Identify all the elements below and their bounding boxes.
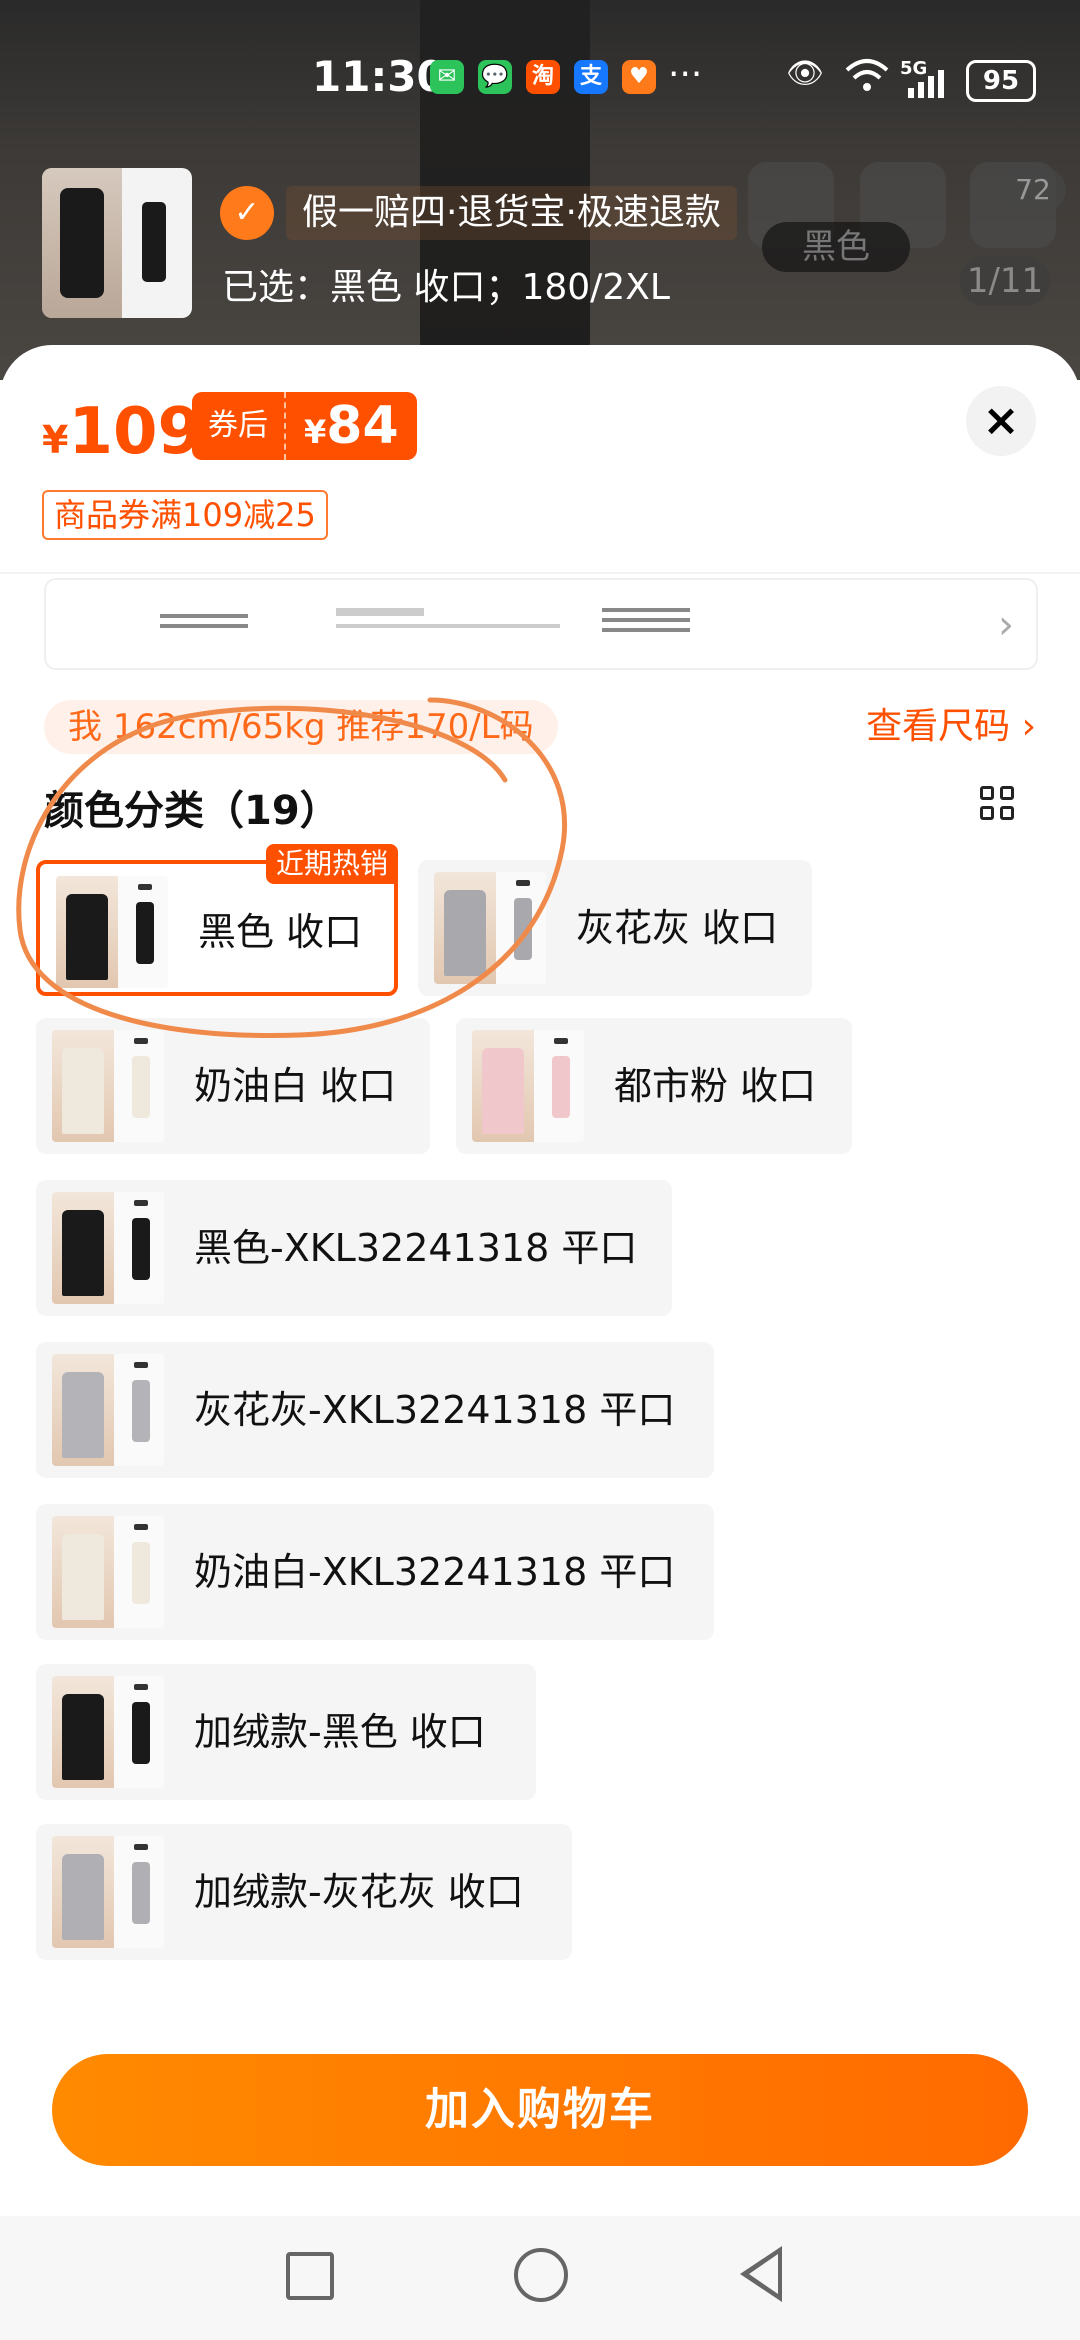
color-option[interactable]: 黑色-XKL32241318 平口 — [36, 1180, 672, 1316]
color-option[interactable]: 加绒款-黑色 收口 — [36, 1664, 536, 1800]
color-option-label: 奶油白-XKL32241318 平口 — [194, 1550, 676, 1594]
color-option-label: 加绒款-灰花灰 收口 — [194, 1870, 524, 1914]
eye-icon: 👁 — [786, 56, 825, 91]
add-to-cart-button[interactable]: 加入购物车 — [52, 2054, 1028, 2166]
wechat-icon: ✉ — [430, 60, 464, 94]
color-thumbnail — [434, 872, 546, 984]
color-option-label: 加绒款-黑色 收口 — [194, 1710, 486, 1754]
guarantee-shield-icon: ✓ — [220, 186, 274, 240]
color-thumbnail — [52, 1030, 164, 1142]
more-notifications-icon: ··· — [668, 54, 703, 95]
color-thumbnail — [52, 1676, 164, 1788]
color-option[interactable]: 灰花灰-XKL32241318 平口 — [36, 1342, 714, 1478]
coupon-tag[interactable]: 商品券满109减25 — [42, 490, 328, 540]
color-option[interactable]: 奶油白 收口 — [36, 1018, 430, 1154]
color-option-label: 灰花灰-XKL32241318 平口 — [194, 1388, 676, 1432]
messages-icon: 💬 — [478, 60, 512, 94]
color-thumbnail — [56, 876, 168, 988]
color-option-selected[interactable]: 黑色 收口 近期热销 — [36, 844, 398, 996]
status-bar: 11:30 ✉ 💬 淘支 ♥ ··· 👁 5G 95 — [0, 0, 1080, 140]
recent-apps-button[interactable] — [286, 2252, 334, 2300]
original-price: ¥109 — [42, 395, 203, 469]
color-thumbnail — [472, 1030, 584, 1142]
guarantee-text: 假一赔四·退货宝·极速退款 — [286, 186, 737, 240]
alipay-icon: 支 — [574, 60, 608, 94]
home-button[interactable] — [514, 2248, 568, 2302]
color-option[interactable]: 加绒款-灰花灰 收口 — [36, 1824, 572, 1960]
color-option[interactable]: 都市粉 收口 — [456, 1018, 852, 1154]
color-thumbnail — [52, 1354, 164, 1466]
signal-icon — [906, 70, 950, 106]
clock: 11:30 — [312, 52, 446, 101]
color-thumbnail — [52, 1516, 164, 1628]
app-icon: ♥ — [622, 60, 656, 94]
selected-product-thumbnail — [42, 168, 192, 318]
coupon-after-label: 券后 — [192, 392, 286, 460]
system-nav-bar — [0, 2216, 1080, 2340]
close-button[interactable]: × — [966, 386, 1036, 456]
background-color-tag: 黑色 — [762, 222, 910, 272]
size-table-preview[interactable]: › — [44, 578, 1038, 670]
divider — [0, 572, 1080, 574]
after-coupon-price: 券后 ¥84 — [192, 392, 417, 460]
hot-sale-badge: 近期热销 — [265, 844, 398, 884]
color-option-label: 灰花灰 收口 — [576, 906, 779, 950]
scroll-fade — [0, 2020, 1080, 2050]
size-recommendation[interactable]: 我 162cm/65kg 推荐170/L码 — [44, 700, 558, 754]
color-thumbnail — [52, 1192, 164, 1304]
color-option-label: 都市粉 收口 — [614, 1064, 817, 1108]
color-category-title: 颜色分类（19） — [44, 788, 340, 834]
chevron-right-icon: › — [998, 602, 1014, 648]
color-option[interactable]: 灰花灰 收口 — [418, 860, 812, 996]
color-option[interactable]: 奶油白-XKL32241318 平口 — [36, 1504, 714, 1640]
color-thumbnail — [52, 1836, 164, 1948]
selected-variant-text: 已选：黑色 收口；180/2XL — [222, 267, 670, 308]
battery-indicator: 95 — [966, 60, 1036, 102]
cart-count-badge: 72 — [1000, 168, 1066, 212]
color-option-label: 奶油白 收口 — [194, 1064, 397, 1108]
taobao-icon: 淘 — [526, 60, 560, 94]
color-option-label: 黑色-XKL32241318 平口 — [194, 1226, 638, 1270]
wifi-icon — [844, 56, 890, 104]
color-option-label: 黑色 收口 — [198, 910, 363, 954]
grid-view-icon[interactable] — [980, 786, 1016, 822]
size-chart-link[interactable]: 查看尺码 › — [866, 700, 1036, 754]
image-pager: 1/11 — [960, 256, 1050, 306]
